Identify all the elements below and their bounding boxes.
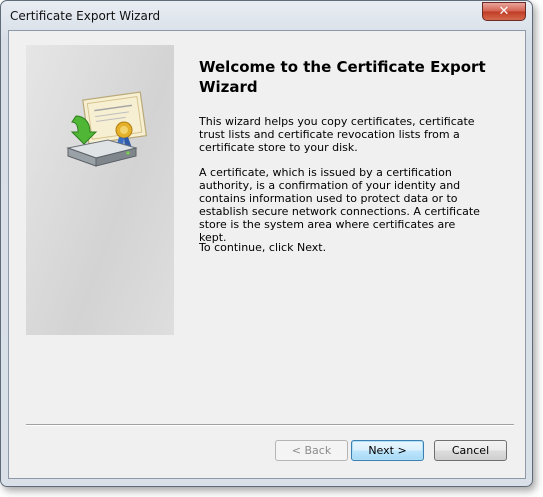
- certificate-export-icon: [66, 91, 148, 167]
- wizard-side-panel: [26, 45, 174, 335]
- title-bar[interactable]: Certificate Export Wizard ✕: [1, 1, 532, 31]
- button-separator: [26, 424, 514, 426]
- wizard-body: Welcome to the Certificate Export Wizard…: [8, 30, 526, 479]
- close-icon: ✕: [498, 4, 510, 19]
- certificate-export-wizard-window: Certificate Export Wizard ✕ Welcome to t…: [0, 0, 533, 487]
- next-button[interactable]: Next >: [351, 440, 424, 461]
- close-button[interactable]: ✕: [482, 2, 526, 21]
- intro-paragraph: This wizard helps you copy certificates,…: [199, 115, 475, 154]
- certificate-description-paragraph: A certificate, which is issued by a cert…: [199, 166, 480, 244]
- continue-instruction: To continue, click Next.: [199, 241, 327, 254]
- back-button[interactable]: < Back: [275, 440, 348, 461]
- cancel-button[interactable]: Cancel: [434, 440, 507, 461]
- wizard-heading: Welcome to the Certificate Export Wizard: [199, 58, 486, 96]
- window-title: Certificate Export Wizard: [10, 9, 161, 23]
